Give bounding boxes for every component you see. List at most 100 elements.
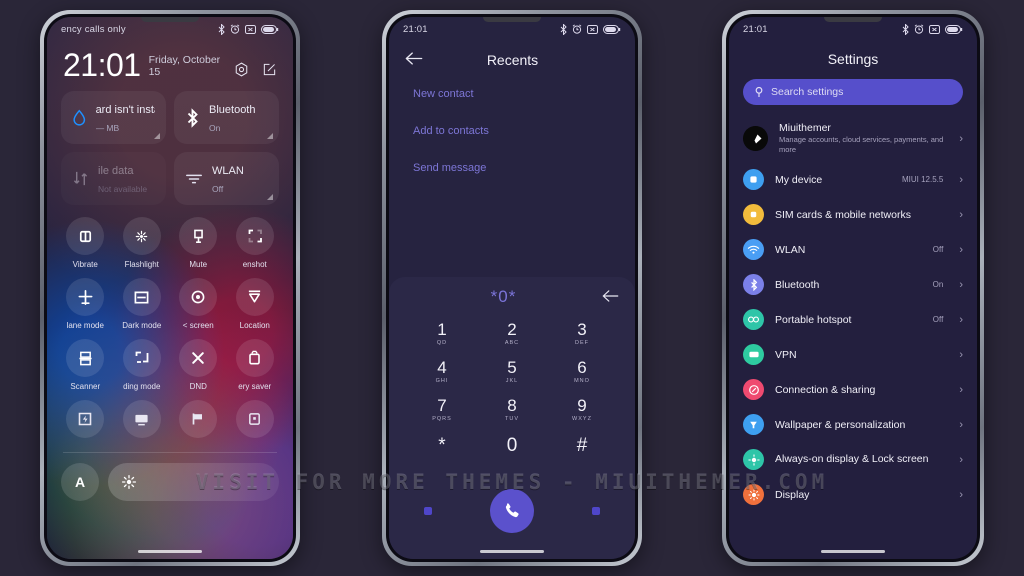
row-label: WLAN (775, 243, 806, 256)
brightness-icon (121, 474, 137, 490)
key-letters: GHI (435, 377, 449, 384)
bluetooth-icon (743, 274, 764, 296)
dialpad-key[interactable]: # (547, 435, 617, 457)
battery-icon (261, 24, 279, 34)
dialpad-key[interactable]: 7 PQRS (407, 396, 477, 422)
tile-wlan[interactable]: WLAN Off (174, 152, 279, 205)
clock-date: Friday, October 15 (148, 54, 221, 78)
power-icon (66, 400, 105, 438)
phone-2-screen: 21:01 Recents New contact Add to contact… (389, 17, 635, 559)
tile-mobile-data-usage[interactable]: ard isn't install — MB (61, 91, 166, 144)
phone-device-3: 21:01 Settings Search settings Miuitheme… (722, 10, 984, 566)
dialpad-key[interactable]: 8 TUV (477, 395, 547, 421)
qs-tile-sync[interactable] (227, 400, 284, 443)
qs-tile-airplane-mode[interactable]: lane mode (57, 278, 114, 330)
screenshot-icon (235, 217, 274, 255)
row-value: Off (932, 245, 944, 255)
qs-label: DND (189, 382, 207, 391)
settings-row-aod-lock-screen[interactable]: Always-on display & Lock screen › (729, 442, 977, 477)
qs-tile-reading-mode[interactable]: ding mode (114, 339, 171, 391)
phone-3-screen: 21:01 Settings Search settings Miuitheme… (729, 17, 977, 559)
search-input[interactable]: Search settings (743, 79, 963, 105)
edit-icon[interactable] (262, 62, 277, 77)
status-icons (560, 23, 621, 35)
qs-tile-dnd[interactable]: DND (170, 339, 227, 391)
tile-expand-corner[interactable] (267, 133, 273, 139)
backspace-arrow-icon[interactable] (602, 289, 619, 306)
arrow-left-icon[interactable] (405, 51, 423, 68)
right-action-dot[interactable] (592, 507, 600, 515)
settings-row-my-device[interactable]: My device MIUI 12.5.5 › (729, 162, 977, 197)
qs-tile-location[interactable]: Location (227, 278, 284, 330)
tile-mobile-data[interactable]: ile data Not available (61, 152, 166, 205)
qs-tile-battery-saver[interactable]: ery saver (227, 339, 284, 391)
settings-row-bluetooth[interactable]: Bluetooth On › (729, 267, 977, 302)
settings-row-wlan[interactable]: WLAN Off › (729, 232, 977, 267)
tile-expand-corner[interactable] (154, 133, 160, 139)
qs-tile-screenshot[interactable]: enshot (227, 217, 284, 269)
tile-title: Bluetooth (209, 103, 256, 116)
dialpad-key[interactable]: 5 JKL (477, 358, 547, 383)
qs-tile-scanner[interactable]: Scanner (57, 339, 114, 391)
qs-tile-vibrate[interactable]: Vibrate (57, 217, 114, 269)
menu-item-new-contact[interactable]: New contact (413, 88, 611, 100)
row-label: Bluetooth (775, 278, 820, 291)
left-action-dot[interactable] (424, 507, 432, 515)
tile-sub: Off (212, 183, 224, 194)
dialpad-key[interactable]: 3 DEF (547, 321, 617, 346)
key-digit: 9 (577, 395, 587, 415)
qs-tile-power[interactable] (57, 400, 114, 443)
qs-label: enshot (242, 260, 267, 269)
phone-3-bezel: 21:01 Settings Search settings Miuitheme… (726, 14, 980, 562)
dialpad-key[interactable]: 6 MNO (547, 358, 617, 384)
home-indicator[interactable] (821, 550, 885, 553)
vpn-icon (743, 344, 764, 366)
dialpad-key[interactable]: 1 QD (407, 321, 477, 346)
call-button[interactable] (490, 489, 534, 533)
auto-brightness-button[interactable]: A (61, 463, 99, 501)
settings-row-display[interactable]: Display › (729, 477, 977, 512)
tile-bluetooth[interactable]: Bluetooth On (174, 91, 279, 144)
qs-tile-mute[interactable]: Mute (170, 217, 227, 269)
brightness-slider[interactable] (108, 463, 279, 501)
lockscreen-clock-row: 21:01 Friday, October 15 (47, 41, 293, 81)
qs-tile-flag[interactable] (170, 400, 227, 443)
row-label: Wallpaper & personalization (775, 418, 906, 431)
wifi-icon (743, 239, 764, 261)
qs-label: Dark mode (122, 321, 162, 330)
key-letters: ABC (504, 339, 520, 346)
dialpad-key[interactable]: 0 (477, 435, 547, 457)
dialpad-key[interactable]: 4 GHI (407, 358, 477, 384)
settings-row-portable-hotspot[interactable]: Portable hotspot Off › (729, 302, 977, 337)
dialpad-key[interactable]: 2 ABC (477, 321, 547, 346)
settings-gear-icon[interactable] (234, 62, 249, 77)
menu-item-add-to-contacts[interactable]: Add to contacts (413, 125, 611, 137)
home-indicator[interactable] (480, 550, 544, 553)
status-icons (902, 23, 963, 35)
home-indicator[interactable] (138, 550, 202, 553)
key-digit: 8 (507, 395, 517, 415)
key-letters: PQRS (432, 415, 452, 422)
menu-item-send-message[interactable]: Send message (413, 162, 611, 174)
dialed-number: *0* (490, 287, 517, 306)
qs-tile-flashlight[interactable]: Flashlight (114, 217, 171, 269)
settings-row-wallpaper[interactable]: Wallpaper & personalization › (729, 407, 977, 442)
key-letters: MNO (574, 377, 590, 384)
settings-row-sim-cards[interactable]: SIM cards & mobile networks › (729, 197, 977, 232)
chevron-right-icon: › (959, 488, 963, 501)
dialpad-key[interactable]: * (407, 435, 477, 457)
qs-label: Mute (189, 260, 208, 269)
phone-device-1: ency calls only 21:01 Friday, October 15 (40, 10, 300, 566)
qs-tile-cast[interactable] (114, 400, 171, 443)
silent-icon (587, 24, 598, 34)
qs-tile-dark-mode[interactable]: Dark mode (114, 278, 171, 330)
dialpad-key[interactable]: 9 WXYZ (547, 395, 617, 421)
tile-expand-corner[interactable] (267, 194, 273, 200)
settings-row-account[interactable]: Miuithemer Manage accounts, cloud servic… (729, 115, 977, 162)
account-desc: Manage accounts, cloud services, payment… (779, 135, 944, 155)
row-label: VPN (775, 348, 797, 361)
row-label: Display (775, 488, 810, 501)
settings-row-connection-sharing[interactable]: Connection & sharing › (729, 372, 977, 407)
qs-tile-split-screen[interactable]: < screen (170, 278, 227, 330)
settings-row-vpn[interactable]: VPN › (729, 337, 977, 372)
